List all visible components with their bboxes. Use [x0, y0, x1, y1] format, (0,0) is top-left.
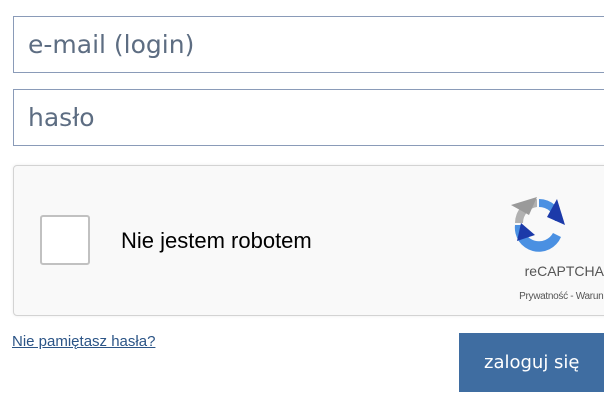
- login-button[interactable]: zaloguj się: [459, 333, 604, 392]
- password-field[interactable]: [13, 89, 604, 146]
- recaptcha-logo-icon: [511, 197, 565, 252]
- captcha-checkbox[interactable]: [40, 215, 90, 265]
- recaptcha-widget: Nie jestem robotem reCAPTCHA Prywatność …: [13, 165, 604, 316]
- forgot-password-link[interactable]: Nie pamiętasz hasła?: [12, 333, 155, 350]
- recaptcha-privacy-terms-links[interactable]: Prywatność - Warunki: [519, 291, 604, 302]
- captcha-label: Nie jestem robotem: [121, 228, 312, 253]
- recaptcha-brand: reCAPTCHA: [524, 263, 604, 279]
- email-field[interactable]: [13, 16, 604, 73]
